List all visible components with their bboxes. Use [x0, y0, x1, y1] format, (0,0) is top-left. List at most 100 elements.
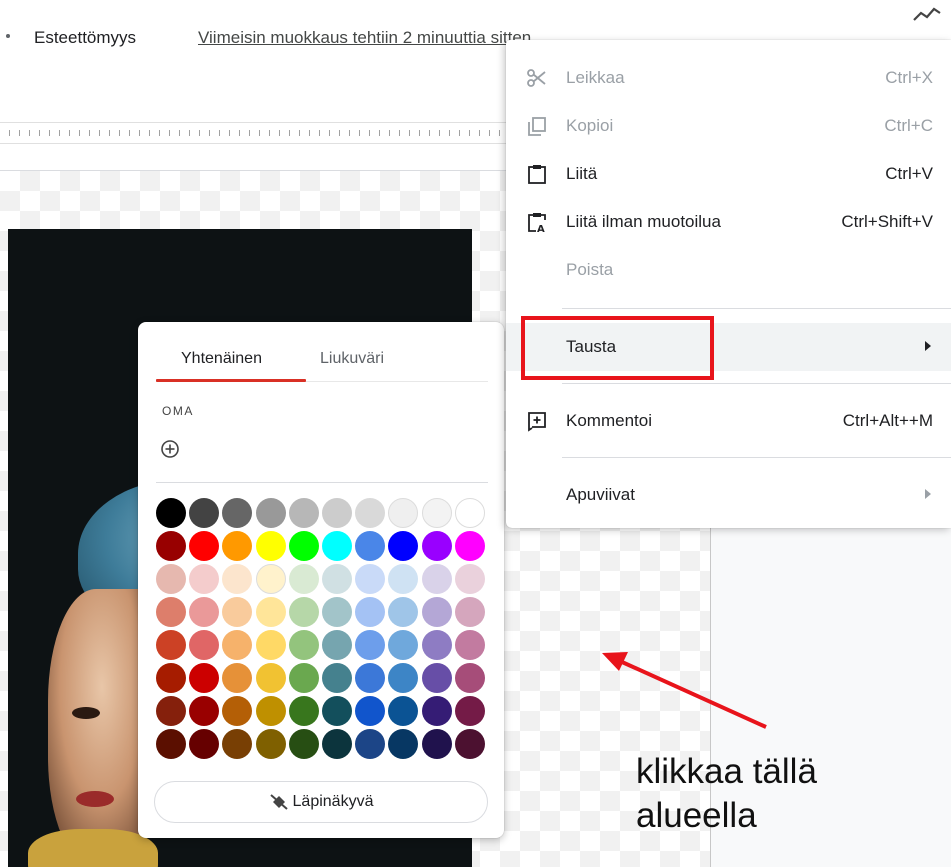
- menu-item-label: Poista: [566, 260, 614, 279]
- color-swatch[interactable]: [321, 597, 352, 627]
- color-swatch[interactable]: [454, 630, 485, 660]
- add-custom-color-icon[interactable]: [160, 439, 180, 459]
- color-swatch[interactable]: [454, 531, 485, 561]
- color-swatch[interactable]: [421, 498, 452, 528]
- color-swatch[interactable]: [388, 564, 419, 594]
- color-swatch[interactable]: [355, 729, 386, 759]
- color-swatch[interactable]: [222, 498, 253, 528]
- color-swatch[interactable]: [388, 597, 419, 627]
- color-swatch[interactable]: [222, 729, 253, 759]
- color-swatch[interactable]: [321, 564, 352, 594]
- color-swatch[interactable]: [255, 696, 286, 726]
- color-swatch[interactable]: [189, 630, 220, 660]
- color-swatch[interactable]: [321, 531, 352, 561]
- menu-accessibility[interactable]: Esteettömyys: [34, 28, 136, 48]
- color-swatch[interactable]: [421, 597, 452, 627]
- color-swatch[interactable]: [156, 498, 186, 528]
- color-swatch[interactable]: [255, 663, 286, 693]
- color-swatch[interactable]: [222, 696, 253, 726]
- color-swatch[interactable]: [355, 531, 386, 561]
- color-swatch[interactable]: [288, 729, 319, 759]
- color-swatch[interactable]: [321, 498, 352, 528]
- color-swatch[interactable]: [288, 498, 319, 528]
- tab-gradient[interactable]: Liukuväri: [320, 350, 384, 368]
- color-swatch[interactable]: [454, 663, 485, 693]
- color-swatch[interactable]: [421, 531, 452, 561]
- color-swatch[interactable]: [288, 696, 319, 726]
- color-swatch[interactable]: [288, 630, 319, 660]
- color-swatch[interactable]: [388, 531, 419, 561]
- menu-item-delete[interactable]: Poista: [506, 246, 951, 294]
- color-swatch[interactable]: [222, 630, 253, 660]
- color-swatch[interactable]: [288, 531, 319, 561]
- color-swatch[interactable]: [189, 696, 220, 726]
- color-swatch[interactable]: [156, 696, 186, 726]
- color-swatch[interactable]: [156, 564, 186, 594]
- menu-item-copy[interactable]: Kopioi Ctrl+C: [506, 102, 951, 150]
- color-swatch[interactable]: [288, 597, 319, 627]
- no-fill-icon: [269, 794, 288, 810]
- color-swatch[interactable]: [288, 663, 319, 693]
- painting-scarf: [28, 829, 158, 867]
- color-swatch[interactable]: [321, 696, 352, 726]
- color-swatch[interactable]: [156, 597, 186, 627]
- color-swatch[interactable]: [321, 663, 352, 693]
- activity-trend-icon[interactable]: [912, 4, 942, 26]
- menu-item-paste[interactable]: Liitä Ctrl+V: [506, 150, 951, 198]
- color-swatch[interactable]: [255, 729, 286, 759]
- color-swatch[interactable]: [355, 498, 386, 528]
- last-edit-link[interactable]: Viimeisin muokkaus tehtiin 2 minuuttia s…: [198, 28, 531, 48]
- annotation-line-1: klikkaa tällä: [636, 752, 817, 791]
- color-swatch[interactable]: [156, 729, 186, 759]
- color-swatch[interactable]: [421, 564, 452, 594]
- color-swatch[interactable]: [388, 630, 419, 660]
- color-swatch[interactable]: [189, 663, 220, 693]
- color-swatch[interactable]: [355, 564, 386, 594]
- color-swatch[interactable]: [421, 729, 452, 759]
- color-swatch[interactable]: [421, 696, 452, 726]
- color-swatch[interactable]: [189, 729, 220, 759]
- color-swatch[interactable]: [355, 597, 386, 627]
- color-swatch[interactable]: [222, 663, 253, 693]
- color-swatch[interactable]: [255, 597, 286, 627]
- color-swatch[interactable]: [388, 498, 419, 528]
- color-swatch[interactable]: [189, 597, 220, 627]
- menu-item-cut[interactable]: Leikkaa Ctrl+X: [506, 54, 951, 102]
- color-swatch[interactable]: [454, 729, 485, 759]
- annotation-text: klikkaa tällä alueella: [636, 750, 817, 838]
- tab-solid[interactable]: Yhtenäinen: [181, 350, 262, 368]
- color-swatch[interactable]: [222, 531, 253, 561]
- color-swatch[interactable]: [255, 498, 286, 528]
- color-swatch[interactable]: [189, 531, 220, 561]
- color-swatch[interactable]: [421, 663, 452, 693]
- color-swatch[interactable]: [454, 564, 485, 594]
- color-swatch[interactable]: [388, 663, 419, 693]
- menu-item-shortcut: Ctrl+X: [885, 68, 933, 87]
- menu-item-guides[interactable]: Apuviivat: [506, 471, 951, 519]
- color-swatch[interactable]: [156, 630, 186, 660]
- color-swatch[interactable]: [454, 498, 485, 528]
- color-swatch[interactable]: [355, 663, 386, 693]
- color-swatch[interactable]: [388, 696, 419, 726]
- color-swatch[interactable]: [288, 564, 319, 594]
- color-swatch[interactable]: [355, 630, 386, 660]
- color-swatch[interactable]: [421, 630, 452, 660]
- color-swatch[interactable]: [189, 564, 220, 594]
- color-swatch[interactable]: [255, 531, 286, 561]
- color-swatch[interactable]: [222, 597, 253, 627]
- color-swatch[interactable]: [222, 564, 253, 594]
- color-swatch[interactable]: [156, 663, 186, 693]
- menu-item-comment[interactable]: Kommentoi Ctrl+Alt++M: [506, 397, 951, 445]
- color-swatch[interactable]: [355, 696, 386, 726]
- color-swatch[interactable]: [454, 696, 485, 726]
- color-swatch[interactable]: [156, 531, 186, 561]
- color-swatch[interactable]: [255, 630, 286, 660]
- color-swatch[interactable]: [454, 597, 485, 627]
- color-swatch[interactable]: [388, 729, 419, 759]
- transparent-button[interactable]: Läpinäkyvä: [154, 781, 488, 823]
- color-swatch[interactable]: [255, 564, 286, 594]
- color-swatch[interactable]: [189, 498, 220, 528]
- menu-item-paste-plain[interactable]: A Liitä ilman muotoilua Ctrl+Shift+V: [506, 198, 951, 246]
- color-swatch[interactable]: [321, 630, 352, 660]
- color-swatch[interactable]: [321, 729, 352, 759]
